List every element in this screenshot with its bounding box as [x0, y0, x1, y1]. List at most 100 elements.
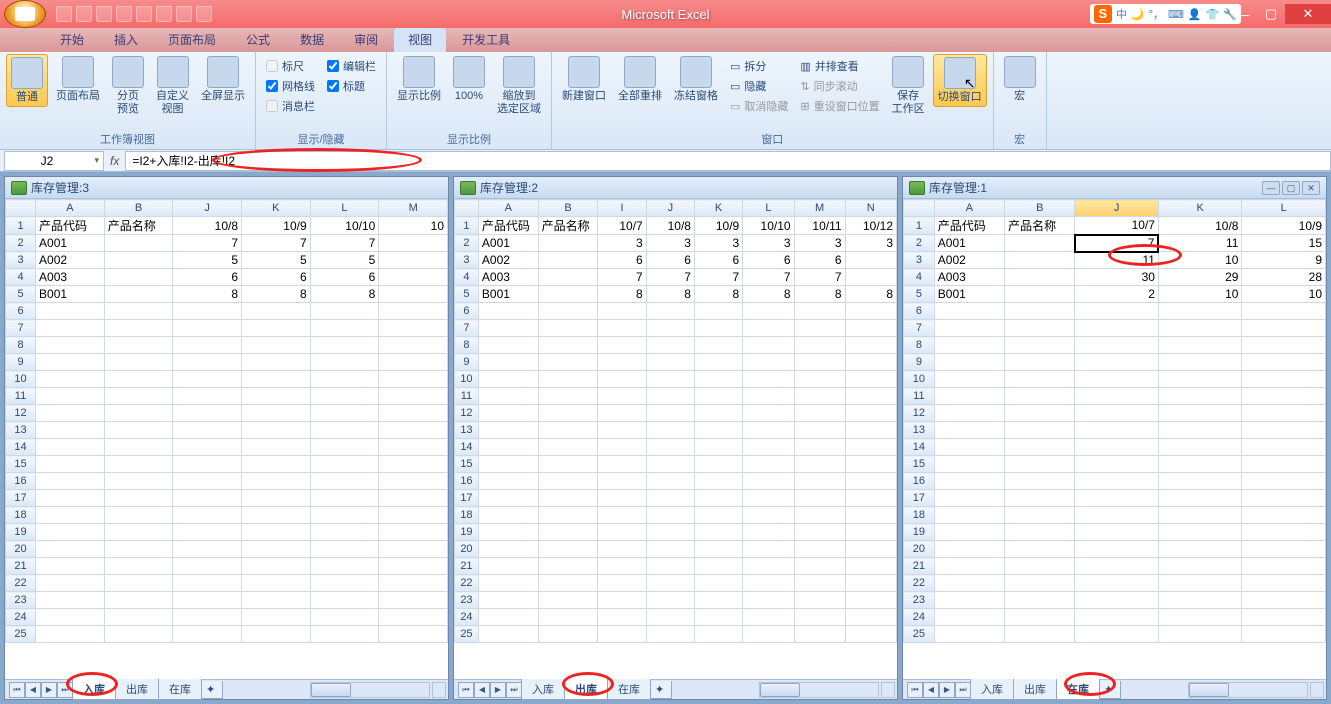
cell[interactable]	[478, 303, 538, 320]
cell[interactable]	[845, 456, 896, 473]
cell[interactable]: 产品代码	[478, 217, 538, 235]
side-by-side-button[interactable]: ▥ 并排查看	[800, 58, 879, 74]
row-header[interactable]: 22	[904, 575, 935, 592]
cell[interactable]	[1005, 405, 1075, 422]
cell[interactable]	[242, 388, 311, 405]
cell[interactable]	[478, 541, 538, 558]
cell[interactable]	[598, 303, 646, 320]
row-header[interactable]: 21	[455, 558, 479, 575]
cell[interactable]	[379, 626, 448, 643]
cell[interactable]: 10	[1158, 252, 1242, 269]
qat-undo[interactable]	[76, 6, 92, 22]
cell[interactable]	[1242, 405, 1326, 422]
tab-insert[interactable]: 插入	[100, 27, 152, 52]
row-header[interactable]: 16	[6, 473, 36, 490]
cell[interactable]	[646, 507, 694, 524]
cell[interactable]	[379, 354, 448, 371]
cell[interactable]	[36, 439, 105, 456]
cell[interactable]: 10/11	[794, 217, 845, 235]
cell[interactable]	[1005, 558, 1075, 575]
row-header[interactable]: 1	[904, 217, 935, 235]
cell[interactable]: 产品名称	[538, 217, 598, 235]
cell[interactable]	[104, 337, 173, 354]
cell[interactable]	[845, 626, 896, 643]
row-header[interactable]: 2	[6, 235, 36, 252]
scroll-right-button[interactable]	[432, 682, 446, 698]
cell[interactable]: 6	[598, 252, 646, 269]
row-header[interactable]: 23	[904, 592, 935, 609]
cell[interactable]	[694, 609, 742, 626]
cell[interactable]	[104, 439, 173, 456]
row-header[interactable]: 4	[455, 269, 479, 286]
row-header[interactable]: 9	[904, 354, 935, 371]
cell[interactable]	[794, 575, 845, 592]
cell[interactable]	[694, 371, 742, 388]
cell[interactable]	[1158, 592, 1242, 609]
cell[interactable]	[794, 609, 845, 626]
insert-sheet-button[interactable]: ✦	[201, 681, 223, 699]
cell[interactable]	[173, 507, 242, 524]
cell[interactable]	[242, 303, 311, 320]
cell[interactable]: 7	[794, 269, 845, 286]
cell[interactable]	[1242, 575, 1326, 592]
cell[interactable]	[1242, 507, 1326, 524]
cell[interactable]: 7	[598, 269, 646, 286]
cell[interactable]: 8	[743, 286, 794, 303]
cell[interactable]: 10	[1242, 286, 1326, 303]
cell[interactable]	[845, 388, 896, 405]
column-header[interactable]: L	[743, 200, 794, 217]
cell[interactable]	[1005, 541, 1075, 558]
cell[interactable]	[845, 405, 896, 422]
cell[interactable]	[694, 337, 742, 354]
cell[interactable]	[743, 575, 794, 592]
ime-status[interactable]: S 中 🌙 °， ⌨ 👤 👕 🔧	[1090, 4, 1241, 24]
cell[interactable]	[538, 320, 598, 337]
row-header[interactable]: 25	[904, 626, 935, 643]
cell[interactable]	[379, 303, 448, 320]
cell[interactable]: 产品名称	[104, 217, 173, 235]
cell[interactable]: 6	[173, 269, 242, 286]
cell[interactable]	[242, 626, 311, 643]
cell[interactable]	[694, 303, 742, 320]
cell[interactable]: 7	[743, 269, 794, 286]
cell[interactable]	[794, 388, 845, 405]
cell[interactable]	[694, 490, 742, 507]
column-header[interactable]: J	[173, 200, 242, 217]
row-header[interactable]: 24	[6, 609, 36, 626]
cell[interactable]	[1242, 473, 1326, 490]
row-header[interactable]: 16	[455, 473, 479, 490]
row-header[interactable]: 10	[6, 371, 36, 388]
cell[interactable]: 6	[242, 269, 311, 286]
cell[interactable]	[1075, 575, 1159, 592]
cell[interactable]	[743, 388, 794, 405]
cell[interactable]	[379, 541, 448, 558]
cell[interactable]	[242, 609, 311, 626]
cell[interactable]	[794, 558, 845, 575]
cell[interactable]	[845, 422, 896, 439]
row-header[interactable]: 3	[6, 252, 36, 269]
column-header[interactable]: L	[1242, 200, 1326, 217]
cell[interactable]	[646, 473, 694, 490]
cell[interactable]	[794, 371, 845, 388]
scroll-thumb[interactable]	[1189, 683, 1229, 697]
row-header[interactable]: 6	[904, 303, 935, 320]
zoom-button[interactable]: 显示比例	[393, 54, 445, 105]
cell[interactable]: 10/10	[743, 217, 794, 235]
cell[interactable]	[598, 507, 646, 524]
cell[interactable]: 5	[310, 252, 379, 269]
cell[interactable]: 3	[646, 235, 694, 252]
cell[interactable]: 28	[1242, 269, 1326, 286]
cell[interactable]	[1242, 609, 1326, 626]
cell[interactable]: 11	[1075, 252, 1159, 269]
row-header[interactable]: 15	[6, 456, 36, 473]
cell[interactable]	[36, 541, 105, 558]
cell[interactable]	[934, 558, 1004, 575]
cell[interactable]	[310, 337, 379, 354]
cell[interactable]	[379, 507, 448, 524]
cell[interactable]	[173, 320, 242, 337]
cell[interactable]	[36, 337, 105, 354]
cell[interactable]	[1158, 507, 1242, 524]
cell[interactable]	[310, 490, 379, 507]
cell[interactable]	[242, 320, 311, 337]
cell[interactable]	[845, 371, 896, 388]
